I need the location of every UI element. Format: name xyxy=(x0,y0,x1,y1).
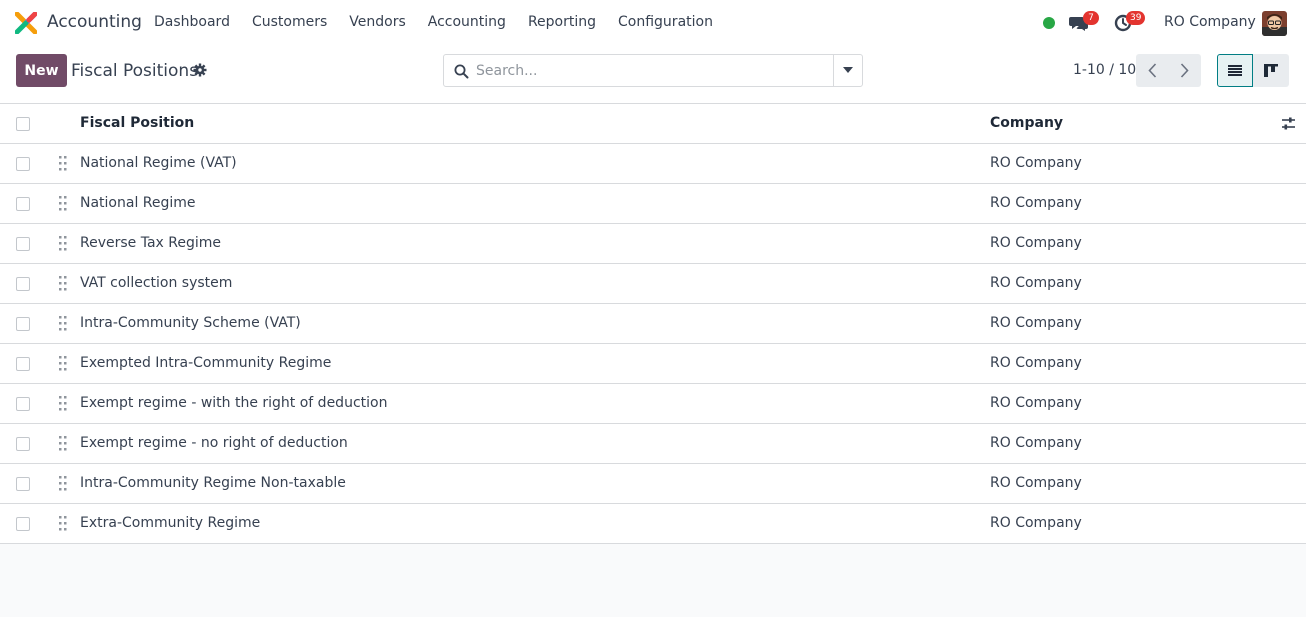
drag-handle-icon[interactable] xyxy=(58,316,68,331)
new-button[interactable]: New xyxy=(16,54,67,87)
fiscal-position-name[interactable]: Intra-Community Scheme (VAT) xyxy=(80,315,301,331)
row-checkbox[interactable] xyxy=(16,277,30,291)
pager-previous-button[interactable] xyxy=(1136,54,1169,87)
fiscal-position-name[interactable]: Intra-Community Regime Non-taxable xyxy=(80,475,346,491)
list-view-button[interactable] xyxy=(1217,54,1253,87)
fiscal-position-name[interactable]: Extra-Community Regime xyxy=(80,515,260,531)
company-name: RO Company xyxy=(990,395,1082,411)
presence-status-dot xyxy=(1043,17,1055,29)
menu-item-accounting[interactable]: Accounting xyxy=(428,14,506,30)
table-row[interactable]: Reverse Tax Regime RO Company xyxy=(0,224,1306,264)
drag-handle-icon[interactable] xyxy=(58,356,68,371)
row-checkbox[interactable] xyxy=(16,197,30,211)
messages-count-badge: 7 xyxy=(1083,11,1099,25)
search-bar xyxy=(443,54,863,87)
drag-handle-icon[interactable] xyxy=(58,476,68,491)
app-name[interactable]: Accounting xyxy=(47,12,142,32)
table-row[interactable]: Intra-Community Regime Non-taxable RO Co… xyxy=(0,464,1306,504)
pager-value[interactable]: 1-10 / 10 xyxy=(1073,62,1136,78)
drag-handle-icon[interactable] xyxy=(58,396,68,411)
row-checkbox[interactable] xyxy=(16,477,30,491)
company-name: RO Company xyxy=(990,195,1082,211)
table-row[interactable]: Exempted Intra-Community Regime RO Compa… xyxy=(0,344,1306,384)
table-row[interactable]: Exempt regime - no right of deduction RO… xyxy=(0,424,1306,464)
table-row[interactable]: VAT collection system RO Company xyxy=(0,264,1306,304)
menu-item-vendors[interactable]: Vendors xyxy=(349,14,405,30)
table-row[interactable]: Exempt regime - with the right of deduct… xyxy=(0,384,1306,424)
drag-handle-icon[interactable] xyxy=(58,236,68,251)
row-checkbox[interactable] xyxy=(16,237,30,251)
drag-handle-icon[interactable] xyxy=(58,276,68,291)
company-name: RO Company xyxy=(990,155,1082,171)
search-options-toggle[interactable] xyxy=(833,55,862,86)
fiscal-position-name[interactable]: Exempt regime - with the right of deduct… xyxy=(80,395,387,411)
fiscal-position-name[interactable]: National Regime xyxy=(80,195,196,211)
menu-item-customers[interactable]: Customers xyxy=(252,14,327,30)
control-panel: New Fiscal Positions 1-10 / 10 xyxy=(0,46,1306,104)
company-name: RO Company xyxy=(990,355,1082,371)
column-header-fiscal-position[interactable]: Fiscal Position xyxy=(80,115,194,131)
row-checkbox[interactable] xyxy=(16,517,30,531)
list-view-icon xyxy=(1228,65,1242,76)
company-name: RO Company xyxy=(990,275,1082,291)
sliders-icon[interactable] xyxy=(1281,116,1296,131)
table-row[interactable]: National Regime (VAT) RO Company xyxy=(0,144,1306,184)
drag-handle-icon[interactable] xyxy=(58,196,68,211)
menu-item-dashboard[interactable]: Dashboard xyxy=(154,14,230,30)
drag-handle-icon[interactable] xyxy=(58,436,68,451)
gear-icon[interactable] xyxy=(193,63,207,77)
drag-handle-icon[interactable] xyxy=(58,516,68,531)
row-checkbox[interactable] xyxy=(16,357,30,371)
activities-count-badge: 39 xyxy=(1126,11,1146,25)
fiscal-position-name[interactable]: VAT collection system xyxy=(80,275,232,291)
user-avatar[interactable] xyxy=(1262,11,1287,36)
company-name: RO Company xyxy=(990,235,1082,251)
select-all-checkbox[interactable] xyxy=(16,117,30,131)
row-checkbox[interactable] xyxy=(16,397,30,411)
company-name: RO Company xyxy=(990,515,1082,531)
company-switcher[interactable]: RO Company xyxy=(1164,14,1256,30)
kanban-view-button[interactable] xyxy=(1253,54,1289,87)
menu-item-configuration[interactable]: Configuration xyxy=(618,14,713,30)
search-icon xyxy=(454,64,469,79)
fiscal-position-name[interactable]: Exempt regime - no right of deduction xyxy=(80,435,348,451)
app-logo-icon[interactable] xyxy=(15,12,37,34)
menu-item-reporting[interactable]: Reporting xyxy=(528,14,596,30)
caret-down-icon xyxy=(843,67,853,73)
fiscal-position-name[interactable]: Exempted Intra-Community Regime xyxy=(80,355,331,371)
search-input[interactable] xyxy=(476,59,831,83)
main-menu: Dashboard Customers Vendors Accounting R… xyxy=(154,14,735,30)
list-header: Fiscal Position Company xyxy=(0,104,1306,144)
fiscal-position-name[interactable]: National Regime (VAT) xyxy=(80,155,237,171)
table-row[interactable]: National Regime RO Company xyxy=(0,184,1306,224)
chevron-left-icon xyxy=(1148,63,1157,78)
company-name: RO Company xyxy=(990,315,1082,331)
chevron-right-icon xyxy=(1180,63,1189,78)
row-checkbox[interactable] xyxy=(16,157,30,171)
page-title: Fiscal Positions xyxy=(71,61,199,81)
table-row[interactable]: Extra-Community Regime RO Company xyxy=(0,504,1306,544)
fiscal-position-name[interactable]: Reverse Tax Regime xyxy=(80,235,221,251)
row-checkbox[interactable] xyxy=(16,437,30,451)
kanban-view-icon xyxy=(1264,64,1278,77)
company-name: RO Company xyxy=(990,435,1082,451)
row-checkbox[interactable] xyxy=(16,317,30,331)
table-row[interactable]: Intra-Community Scheme (VAT) RO Company xyxy=(0,304,1306,344)
drag-handle-icon[interactable] xyxy=(58,156,68,171)
company-name: RO Company xyxy=(990,475,1082,491)
top-navbar: Accounting Dashboard Customers Vendors A… xyxy=(0,0,1306,46)
fiscal-positions-list: Fiscal Position Company National Regime … xyxy=(0,104,1306,544)
pager-next-button[interactable] xyxy=(1168,54,1201,87)
column-header-company[interactable]: Company xyxy=(990,115,1063,131)
